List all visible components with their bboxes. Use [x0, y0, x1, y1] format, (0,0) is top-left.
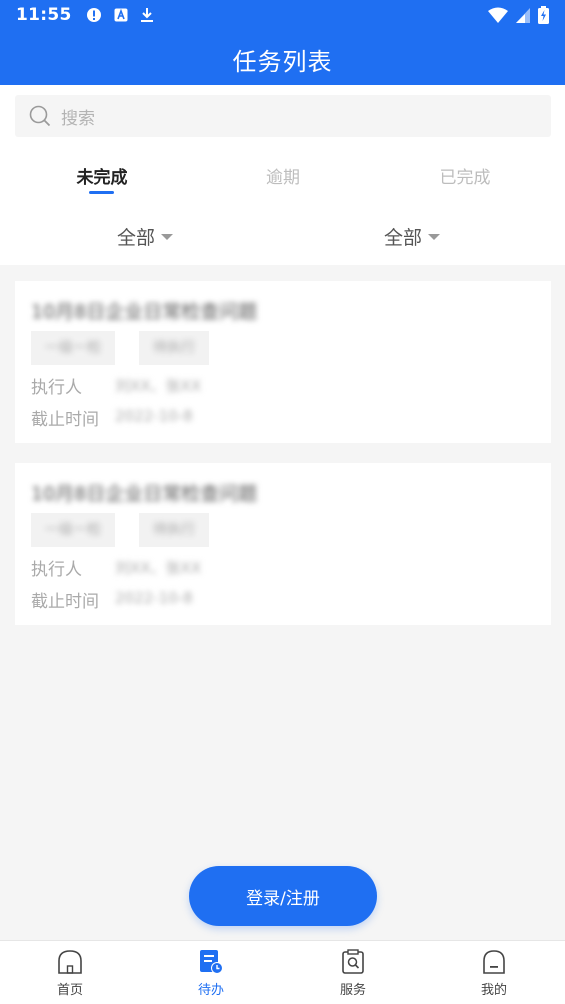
- nav-label: 待办: [197, 983, 224, 998]
- filter-dropdown-left[interactable]: 全部: [117, 223, 174, 250]
- search-input[interactable]: 搜索: [15, 95, 551, 137]
- nav-label: 我的: [480, 983, 507, 998]
- search-placeholder: 搜索: [61, 108, 95, 129]
- deadline-label: 截止时间: [31, 410, 99, 430]
- tab-completed[interactable]: 已完成: [405, 163, 525, 188]
- executor-value: 刘XX、张XX: [115, 377, 202, 395]
- login-register-button[interactable]: 登录/注册: [189, 866, 377, 926]
- deadline-label: 截止时间: [31, 592, 99, 612]
- tab-overdue[interactable]: 逾期: [223, 163, 343, 188]
- deadline-value: 2022-10-8: [115, 589, 193, 607]
- page-title: 任务列表: [232, 48, 333, 76]
- home-icon: [58, 950, 82, 974]
- filter-dropdown-right[interactable]: 全部: [384, 223, 441, 250]
- executor-label: 执行人: [31, 378, 82, 398]
- search-icon: [29, 105, 51, 127]
- task-title: 10月8日企业日常检查问题: [31, 301, 258, 323]
- filter-panel: 搜索 未完成 逾期 已完成 全部 全部: [0, 85, 565, 265]
- filter-label: 全部: [117, 227, 156, 249]
- task-title: 10月8日企业日常检查问题: [31, 483, 258, 505]
- filter-label: 全部: [384, 227, 423, 249]
- status-bar: 11:55: [0, 0, 565, 30]
- task-card[interactable]: 10月8日企业日常检查问题 一级一检 待执行 执行人 刘XX、张XX 截止时间 …: [15, 463, 551, 625]
- service-search-icon: [342, 949, 364, 974]
- nav-item-service[interactable]: 服务: [313, 949, 393, 998]
- alert-circle-icon: [86, 8, 101, 22]
- executor-label: 执行人: [31, 560, 82, 580]
- wifi-icon: [488, 7, 508, 23]
- status-icons-right: [488, 6, 549, 24]
- todo-clock-icon: [200, 950, 223, 974]
- download-icon: [140, 8, 153, 22]
- task-tag: 一级一检: [31, 331, 115, 365]
- profile-icon: [483, 950, 505, 974]
- task-card[interactable]: 10月8日企业日常检查问题 一级一检 待执行 执行人 刘XX、张XX 截止时间 …: [15, 281, 551, 443]
- status-time: 11:55: [16, 5, 72, 25]
- task-tag: 一级一检: [31, 513, 115, 547]
- nav-item-todo[interactable]: 待办: [171, 949, 251, 998]
- a-box-icon: [114, 8, 128, 22]
- deadline-value: 2022-10-8: [115, 407, 193, 425]
- caret-down-icon: [161, 233, 174, 240]
- nav-label: 服务: [339, 983, 366, 998]
- battery-charging-icon: [538, 6, 549, 24]
- signal-icon: [516, 8, 530, 23]
- task-tag: 待执行: [139, 331, 209, 365]
- tab-incomplete[interactable]: 未完成: [42, 163, 162, 188]
- bottom-nav: 首页 待办 服务 我的: [0, 940, 565, 1004]
- task-tag: 待执行: [139, 513, 209, 547]
- status-icons-left: [86, 7, 154, 23]
- active-tab-indicator: [89, 191, 114, 194]
- nav-item-profile[interactable]: 我的: [454, 949, 534, 998]
- app-header: 11:55 任务列表: [0, 0, 565, 85]
- nav-label: 首页: [56, 983, 83, 998]
- status-tabs: 未完成 逾期 已完成: [0, 155, 565, 197]
- caret-down-icon: [428, 233, 441, 240]
- nav-item-home[interactable]: 首页: [30, 949, 110, 998]
- executor-value: 刘XX、张XX: [115, 559, 202, 577]
